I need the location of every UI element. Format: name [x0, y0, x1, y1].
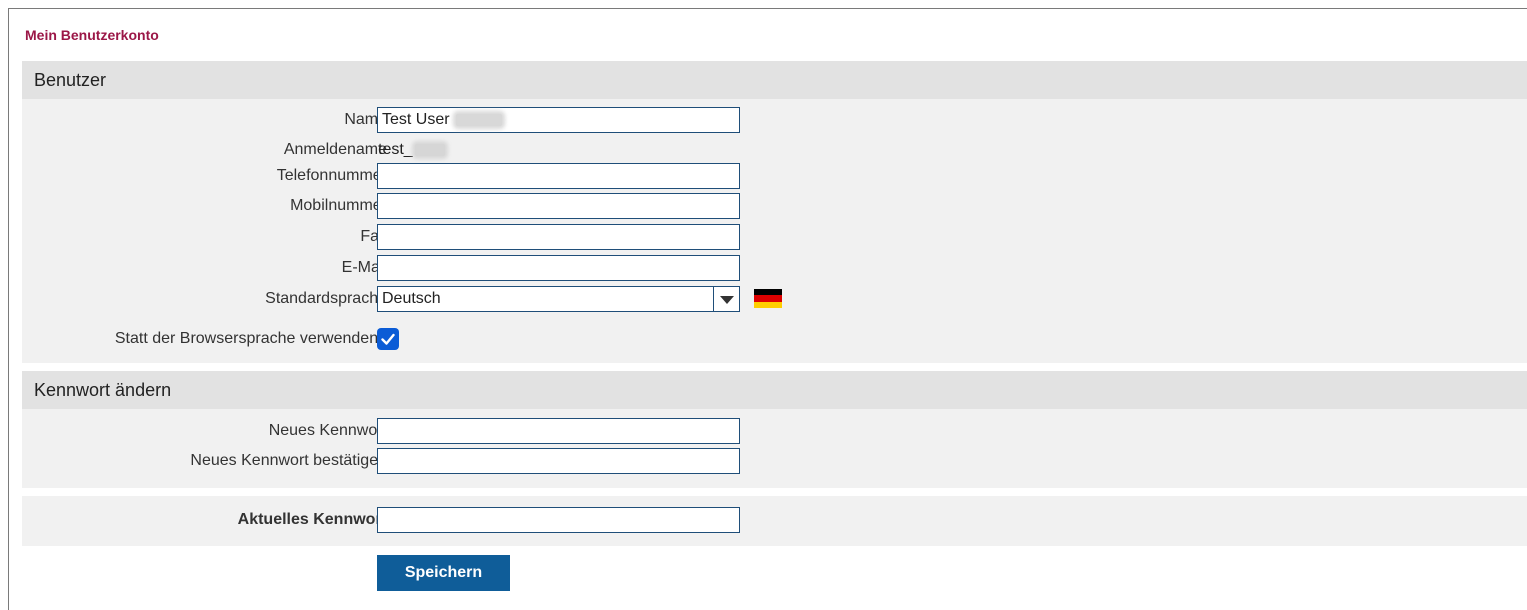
email-input[interactable]	[377, 255, 740, 281]
new-password-input[interactable]	[377, 418, 740, 444]
language-selected: Deutsch	[382, 290, 441, 307]
section-header-user: Benutzer	[22, 61, 1527, 99]
mobile-row: Mobilnummer	[22, 193, 1527, 219]
section-body-password: Neues Kennwort Neues Kennwort bestätigen	[22, 409, 1527, 488]
language-row: Standardsprache Deutsch	[22, 286, 1527, 312]
redacted-blur	[455, 113, 502, 126]
german-flag-icon	[754, 289, 782, 308]
name-input[interactable]: Test User	[377, 107, 740, 133]
use-language-label: Statt der Browsersprache verwenden?	[114, 330, 387, 347]
chevron-down-icon	[720, 296, 734, 304]
phone-row: Telefonnummer	[22, 163, 1527, 189]
name-row: Name Test User	[22, 107, 1527, 133]
redacted-blur	[414, 143, 445, 156]
login-label: Anmeldename	[283, 141, 387, 158]
confirm-password-row: Neues Kennwort bestätigen	[22, 448, 1527, 474]
section-body-current-password: Aktuelles Kennwort	[22, 496, 1527, 546]
email-row: E-Mail	[22, 255, 1527, 281]
login-value: test_	[378, 137, 445, 163]
login-row: Anmeldename test_	[22, 137, 1527, 163]
confirm-password-label: Neues Kennwort bestätigen	[190, 452, 387, 469]
language-select[interactable]: Deutsch	[377, 286, 740, 312]
section-body-user: Name Test User Anmeldename test_ Telefon…	[22, 99, 1527, 363]
phone-input[interactable]	[377, 163, 740, 189]
new-password-row: Neues Kennwort	[22, 418, 1527, 444]
current-password-row: Aktuelles Kennwort	[22, 507, 1527, 533]
page-title: Mein Benutzerkonto	[25, 27, 159, 43]
name-value: Test User	[382, 111, 450, 128]
mobile-label: Mobilnummer	[290, 197, 387, 214]
new-password-label: Neues Kennwort	[268, 422, 387, 439]
current-password-label: Aktuelles Kennwort	[237, 511, 387, 528]
phone-label: Telefonnummer	[276, 167, 387, 184]
section-header-password: Kennwort ändern	[22, 371, 1527, 409]
checkmark-icon	[381, 333, 395, 345]
dropdown-button[interactable]	[713, 287, 739, 311]
use-language-checkbox[interactable]	[377, 328, 399, 350]
fax-row: Fax	[22, 224, 1527, 250]
current-password-input[interactable]	[377, 507, 740, 533]
confirm-password-input[interactable]	[377, 448, 740, 474]
mobile-input[interactable]	[377, 193, 740, 219]
save-button[interactable]: Speichern	[377, 555, 510, 591]
fax-input[interactable]	[377, 224, 740, 250]
language-label: Standardsprache	[265, 290, 387, 307]
use-language-row: Statt der Browsersprache verwenden?	[22, 326, 1527, 352]
